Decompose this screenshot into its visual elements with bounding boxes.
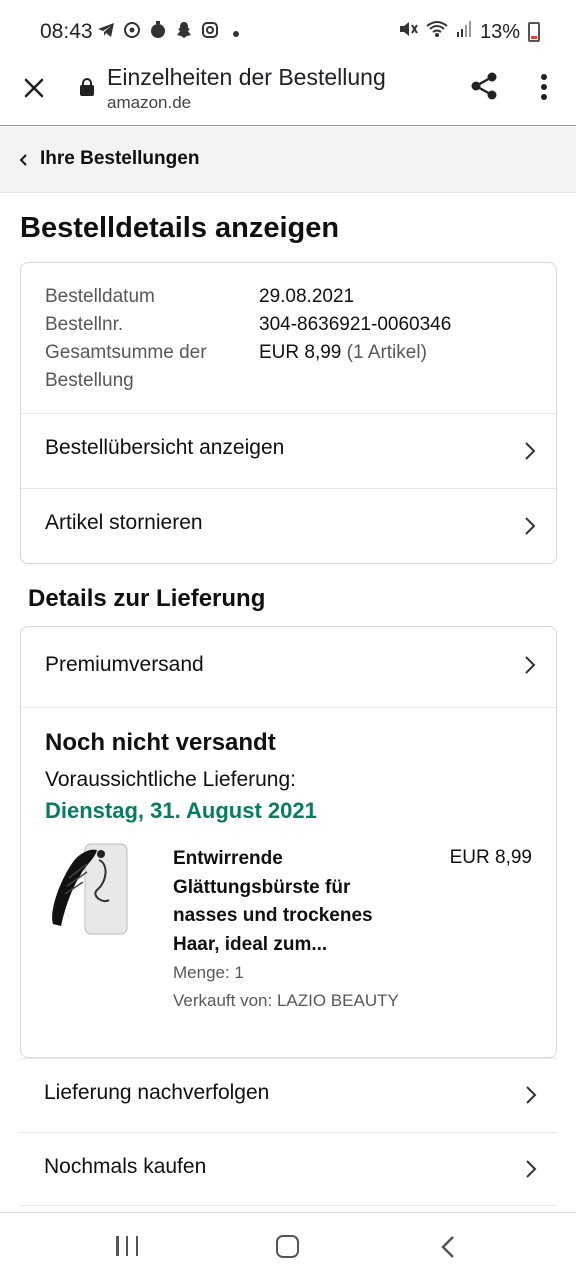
home-icon[interactable] — [276, 1235, 299, 1258]
product-title[interactable]: Entwirrende Glättungsbürste für nasses u… — [173, 845, 413, 959]
product-seller: Verkauft von: LAZIO BEAUTY — [173, 991, 399, 1010]
lock-icon[interactable] — [80, 78, 94, 96]
product-price: EUR 8,99 — [449, 847, 532, 868]
order-total-label-2: Bestellung — [45, 370, 134, 391]
chevron-right-icon — [524, 655, 536, 675]
recents-icon[interactable] — [116, 1236, 138, 1256]
snapchat-icon — [174, 21, 194, 44]
status-bar: 08:43 13% — [0, 0, 576, 64]
page-title: Bestelldetails anzeigen — [20, 212, 340, 244]
instagram-icon — [200, 21, 220, 44]
battery-percent: 13% — [479, 20, 520, 43]
dot-icon — [226, 23, 246, 43]
telegram-icon — [96, 22, 116, 43]
signal-icon — [456, 20, 472, 44]
order-date-label: Bestelldatum — [45, 286, 155, 307]
order-total-label-1: Gesamtsumme der — [45, 342, 207, 363]
delivery-card: Premiumversand Noch nicht versandt Vorau… — [20, 626, 557, 1058]
view-order-summary-row[interactable]: Bestellübersicht anzeigen — [21, 413, 556, 488]
breadcrumb-label[interactable]: Ihre Bestellungen — [40, 148, 199, 170]
cancel-items-label: Artikel stornieren — [45, 511, 203, 534]
product-image[interactable] — [47, 842, 129, 937]
shipping-method-row[interactable]: Premiumversand — [21, 627, 556, 708]
order-number-label: Bestellnr. — [45, 314, 124, 335]
browser-url[interactable]: amazon.de — [107, 93, 191, 113]
order-summary-card: Bestelldatum 29.08.2021 Bestellnr. 304-8… — [20, 262, 557, 564]
system-nav-bar — [0, 1212, 576, 1280]
order-total-items: (1 Artikel) — [346, 342, 427, 363]
wifi-icon — [426, 20, 448, 44]
product-quantity: Menge: 1 — [173, 963, 244, 982]
chevron-right-icon — [525, 1159, 537, 1179]
track-delivery-row[interactable]: Lieferung nachverfolgen — [20, 1058, 557, 1132]
breadcrumb[interactable]: Ihre Bestellungen — [0, 127, 576, 193]
buy-again-row[interactable]: Nochmals kaufen — [20, 1132, 557, 1206]
close-icon[interactable] — [20, 74, 48, 102]
chevron-right-icon — [524, 516, 536, 536]
status-time: 08:43 — [40, 20, 93, 43]
order-number-value: 304-8636921-0060346 — [259, 314, 452, 335]
timer-icon — [148, 21, 168, 44]
view-order-summary-label: Bestellübersicht anzeigen — [45, 436, 285, 459]
order-total-value: EUR 8,99 (1 Artikel) — [259, 339, 427, 367]
expected-delivery-date: Dienstag, 31. August 2021 — [45, 798, 317, 823]
notification-icons — [96, 21, 246, 44]
order-date-value: 29.08.2021 — [259, 286, 355, 307]
buy-again-label: Nochmals kaufen — [44, 1155, 207, 1178]
browser-header: Einzelheiten der Bestellung amazon.de — [0, 64, 576, 126]
battery-icon — [528, 22, 540, 42]
shipment-status: Noch nicht versandt — [45, 729, 276, 756]
order-total-amount: EUR 8,99 — [259, 342, 342, 363]
back-icon[interactable] — [440, 1235, 456, 1259]
expected-delivery-label: Voraussichtliche Lieferung: — [45, 768, 296, 791]
shipping-method-label: Premiumversand — [45, 653, 204, 676]
mute-icon — [398, 20, 418, 44]
system-status: 13% — [398, 20, 540, 44]
whatsapp-icon — [122, 21, 142, 44]
chevron-right-icon — [525, 1085, 537, 1105]
share-icon[interactable] — [468, 70, 500, 102]
more-options-icon[interactable] — [540, 74, 548, 102]
cancel-items-row[interactable]: Artikel stornieren — [21, 488, 556, 563]
chevron-right-icon — [524, 441, 536, 461]
chevron-left-icon — [19, 153, 29, 166]
track-delivery-label: Lieferung nachverfolgen — [44, 1081, 270, 1104]
browser-page-title[interactable]: Einzelheiten der Bestellung — [107, 64, 386, 91]
delivery-section-title: Details zur Lieferung — [28, 585, 266, 612]
